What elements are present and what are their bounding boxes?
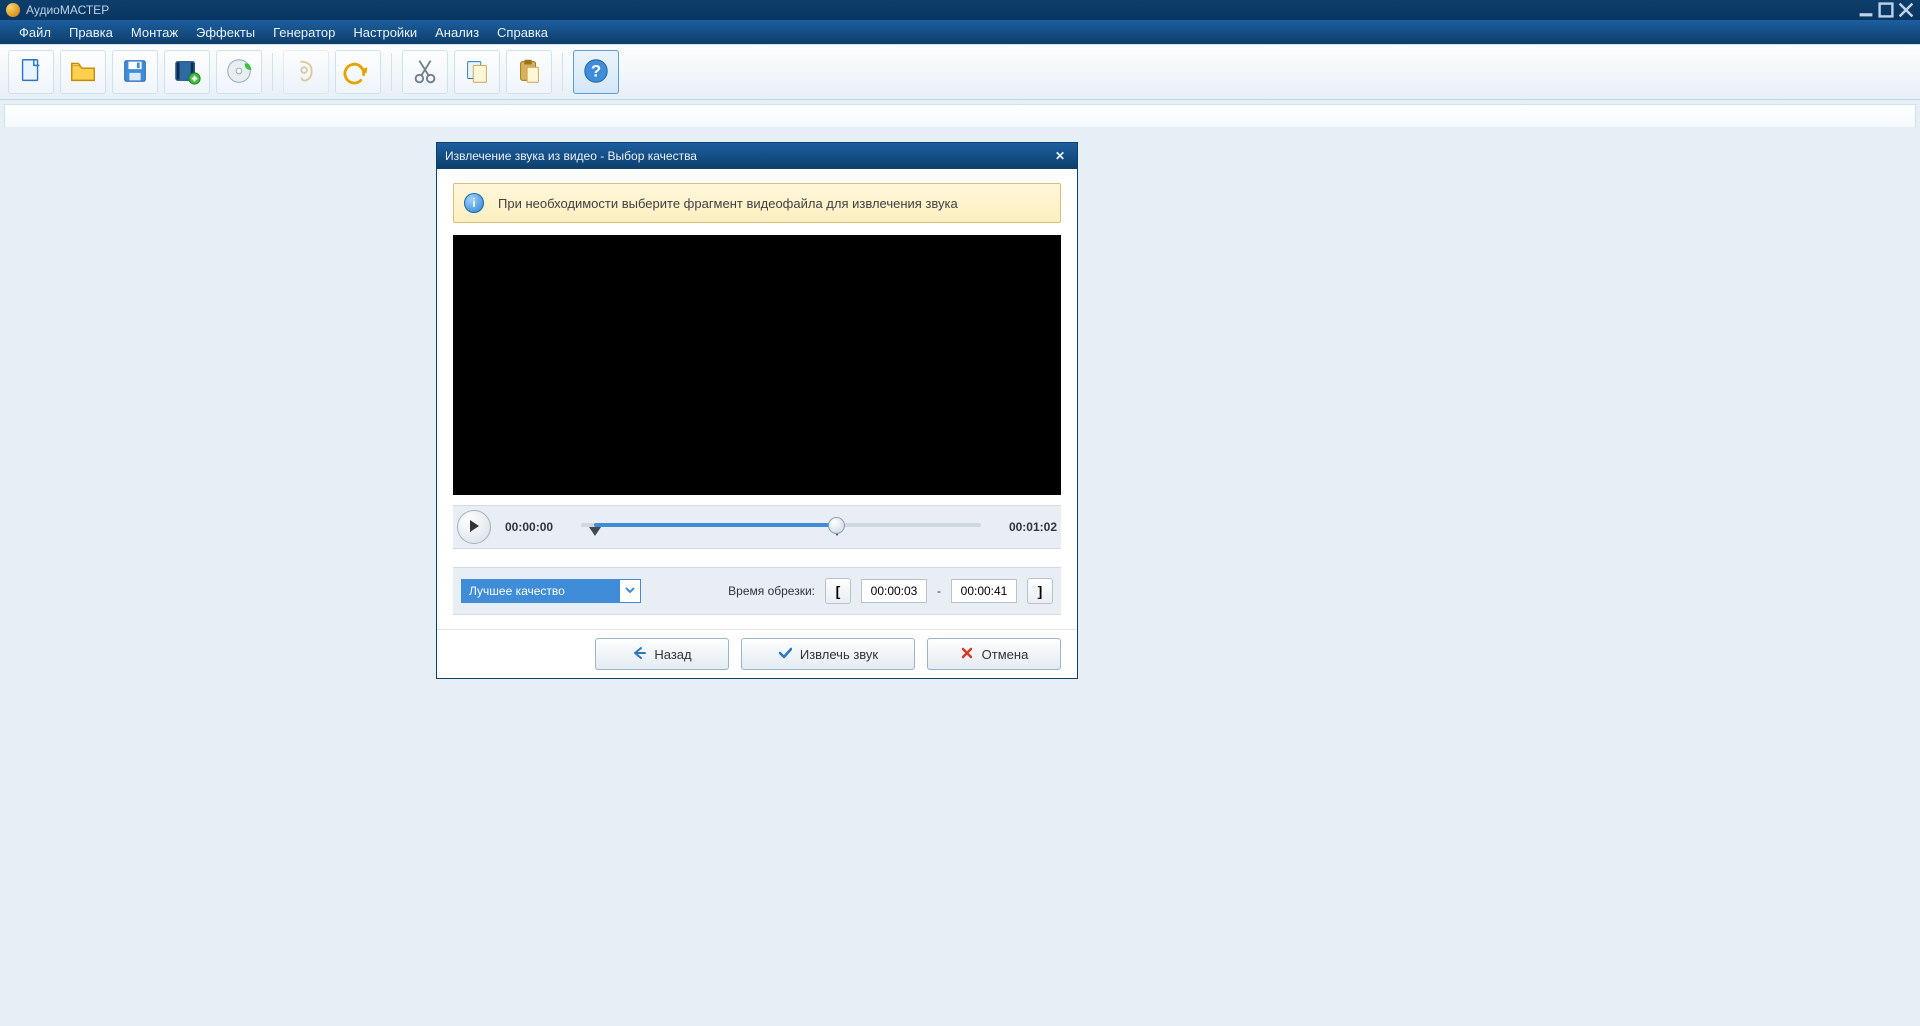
seek-slider[interactable]	[581, 514, 981, 540]
menu-settings[interactable]: Настройки	[344, 22, 426, 43]
toolbar-separator	[272, 53, 273, 91]
menu-edit[interactable]: Правка	[60, 22, 122, 43]
menu-help[interactable]: Справка	[488, 22, 557, 43]
cd-audio-icon	[224, 56, 254, 89]
menu-file[interactable]: Файл	[10, 22, 60, 43]
quality-combo-value: Лучшее качество	[462, 584, 619, 598]
trim-start-value: 00:00:03	[871, 584, 918, 598]
info-message: При необходимости выберите фрагмент виде…	[498, 196, 958, 211]
menu-label: Правка	[69, 25, 113, 40]
menu-analysis[interactable]: Анализ	[426, 22, 488, 43]
back-button[interactable]: Назад	[595, 638, 729, 670]
player-controls: 00:00:00 00:01:02	[453, 505, 1061, 549]
extract-button-label: Извлечь звук	[800, 647, 878, 662]
window-close-button[interactable]	[1898, 3, 1914, 17]
cut-scissors-icon	[410, 56, 440, 89]
combo-dropdown-button[interactable]	[619, 580, 640, 602]
menu-bar: Файл Правка Монтаж Эффекты Генератор Нас…	[0, 20, 1920, 44]
total-time: 00:01:02	[995, 520, 1057, 534]
paste-icon	[514, 56, 544, 89]
menu-montage[interactable]: Монтаж	[122, 22, 187, 43]
cancel-button[interactable]: Отмена	[927, 638, 1061, 670]
bracket-left-icon: [	[836, 583, 841, 599]
arrow-left-icon	[632, 646, 646, 663]
trim-end-value: 00:00:41	[961, 584, 1008, 598]
window-titlebar: АудиоМАСТЕР	[0, 0, 1920, 20]
cut-button[interactable]	[402, 50, 448, 94]
info-icon: i	[464, 193, 484, 213]
open-file-button[interactable]	[60, 50, 106, 94]
chevron-down-icon	[625, 584, 635, 598]
trim-set-start-button[interactable]: [	[825, 578, 851, 604]
app-icon	[6, 3, 20, 17]
close-icon: ✕	[1055, 149, 1065, 163]
dialog-titlebar: Извлечение звука из видео - Выбор качест…	[437, 143, 1077, 169]
svg-text:?: ?	[591, 61, 601, 80]
save-button[interactable]	[112, 50, 158, 94]
main-toolbar: ?	[0, 44, 1920, 100]
options-row: Лучшее качество Время обрезки: [ 00:00:0…	[453, 567, 1061, 615]
dialog-close-button[interactable]: ✕	[1051, 147, 1069, 165]
menu-label: Анализ	[435, 25, 479, 40]
trim-dash: -	[937, 584, 941, 598]
trim-start-input[interactable]: 00:00:03	[861, 579, 927, 603]
back-button-label: Назад	[654, 647, 691, 662]
info-banner: i При необходимости выберите фрагмент ви…	[453, 183, 1061, 223]
play-icon	[467, 519, 481, 536]
extract-audio-dialog: Извлечение звука из видео - Выбор качест…	[436, 142, 1078, 679]
menu-label: Настройки	[353, 25, 417, 40]
toolbar-separator	[562, 53, 563, 91]
bracket-right-icon: ]	[1038, 583, 1043, 599]
record-ear-icon	[291, 56, 321, 89]
app-title: АудиоМАСТЕР	[26, 3, 109, 17]
cancel-button-label: Отмена	[982, 647, 1029, 662]
new-file-icon	[16, 56, 46, 89]
menu-label: Эффекты	[196, 25, 255, 40]
trim-label: Время обрезки:	[728, 584, 815, 598]
add-video-icon	[172, 56, 202, 89]
current-time: 00:00:00	[505, 520, 567, 534]
trim-set-end-button[interactable]: ]	[1027, 578, 1053, 604]
video-preview	[453, 235, 1061, 495]
copy-icon	[462, 56, 492, 89]
import-cd-button[interactable]	[216, 50, 262, 94]
play-button[interactable]	[457, 510, 491, 544]
help-icon: ?	[581, 56, 611, 89]
record-button[interactable]	[283, 50, 329, 94]
toolbar-separator	[391, 53, 392, 91]
window-minimize-button[interactable]	[1858, 3, 1874, 17]
slider-fill	[594, 523, 834, 527]
undo-icon	[343, 56, 373, 89]
paste-button[interactable]	[506, 50, 552, 94]
copy-button[interactable]	[454, 50, 500, 94]
check-icon	[778, 646, 792, 663]
trim-end-input[interactable]: 00:00:41	[951, 579, 1017, 603]
save-disk-icon	[120, 56, 150, 89]
window-maximize-button[interactable]	[1878, 3, 1894, 17]
open-folder-icon	[68, 56, 98, 89]
dialog-title: Извлечение звука из видео - Выбор качест…	[445, 149, 697, 163]
menu-label: Справка	[497, 25, 548, 40]
trim-start-marker[interactable]	[589, 527, 601, 536]
menu-effects[interactable]: Эффекты	[187, 22, 264, 43]
help-button[interactable]: ?	[573, 50, 619, 94]
menu-label: Файл	[19, 25, 51, 40]
menu-label: Монтаж	[131, 25, 178, 40]
menu-generator[interactable]: Генератор	[264, 22, 344, 43]
new-file-button[interactable]	[8, 50, 54, 94]
quality-combo[interactable]: Лучшее качество	[461, 579, 641, 603]
slider-thumb[interactable]	[828, 517, 845, 534]
undo-button[interactable]	[335, 50, 381, 94]
dialog-footer: Назад Извлечь звук Отмена	[437, 629, 1077, 678]
import-video-button[interactable]	[164, 50, 210, 94]
dialog-body: i При необходимости выберите фрагмент ви…	[437, 169, 1077, 629]
extract-button[interactable]: Извлечь звук	[741, 638, 915, 670]
menu-label: Генератор	[273, 25, 335, 40]
cancel-x-icon	[960, 646, 974, 663]
